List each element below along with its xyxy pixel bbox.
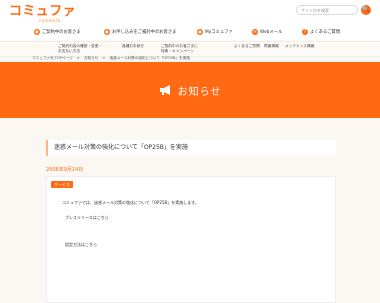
- megaphone-icon: [159, 85, 170, 95]
- subnav-item-campaign[interactable]: ご契約中のお客さまに 特典・キャンペーン: [161, 44, 198, 54]
- subnav-label: 各種お手続き: [122, 44, 145, 48]
- article-card: サービス コミュファでは、迷惑メール対策の強化について「OP25B」を実施します…: [46, 176, 336, 303]
- search-input[interactable]: サイト内を検索: [296, 5, 358, 15]
- person-icon: ●: [197, 28, 203, 35]
- subnav-item-outage[interactable]: 障害情報: [264, 44, 279, 49]
- breadcrumb-home[interactable]: コミュファ光 TOPページ: [32, 56, 73, 60]
- subnav-item-contract[interactable]: ご契約内容の確認・変更・ お支払い方法: [58, 44, 102, 54]
- person-icon: ●: [34, 28, 40, 35]
- setup-guide-link[interactable]: 設定方法はこちら: [65, 242, 97, 248]
- search-icon: 🔍: [362, 6, 370, 13]
- nav-label: お申し込みをご検討中のお客さま: [112, 30, 177, 35]
- hero-banner: お知らせ: [0, 62, 380, 118]
- breadcrumb-current: 迷惑メール対策の強化について「OP25B」を実施: [109, 56, 190, 60]
- nav-item-prospective-customers[interactable]: ● お申し込みをご検討中のお客さま: [104, 27, 176, 38]
- breadcrumb-separator: >: [76, 56, 80, 60]
- article-date: 2006年9月14日: [46, 167, 84, 173]
- subnav-label: よくあるご質問: [234, 44, 260, 48]
- nav-label: Webメール: [260, 30, 283, 35]
- subnav-item-procedures[interactable]: 各種お手続き: [122, 44, 144, 49]
- site-header: コミュファ commufa サイト内を検索 🔍 ● ご契約中のお客さま ● お申し込…: [0, 0, 380, 40]
- breadcrumb-separator: >: [102, 56, 106, 60]
- subnav-label: 障害情報: [264, 44, 279, 48]
- search-button[interactable]: 🔍: [361, 5, 371, 15]
- article-body: コミュファでは、迷惑メール対策の強化について「OP25B」を実施します。: [62, 200, 199, 205]
- category-tag: サービス: [51, 181, 73, 188]
- breadcrumb: コミュファ光 TOPページ > お知らせ > 迷惑メール対策の強化について「OP…: [32, 56, 193, 61]
- press-release-link[interactable]: プレスリリースはこちら: [65, 215, 109, 221]
- main-content: 迷惑メール対策の強化について「OP25B」を実施 2006年9月14日 サービス…: [0, 118, 380, 303]
- nav-item-webmail[interactable]: ✉ Webメール: [252, 27, 282, 38]
- secondary-nav: ご契約内容の確認・変更・ お支払い方法 各種お手続き ご契約中のお客さまに 特典…: [0, 41, 380, 57]
- subnav-label-2: お支払い方法: [58, 49, 81, 53]
- question-icon: ?: [302, 28, 308, 35]
- article-title: 迷惑メール対策の強化について「OP25B」を実施: [46, 140, 336, 156]
- nav-item-current-customers[interactable]: ● ご契約中のお客さま: [34, 27, 81, 38]
- logo-text: コミュファ: [9, 4, 77, 19]
- nav-label: Myコミュファ: [205, 30, 233, 35]
- logo[interactable]: コミュファ commufa: [9, 5, 76, 23]
- subnav-label: メンテナンス情報: [285, 44, 315, 48]
- nav-item-my-commufa[interactable]: ● Myコミュファ: [197, 27, 233, 38]
- subnav-item-faq[interactable]: よくあるご質問: [234, 44, 260, 49]
- nav-item-faq[interactable]: ? よくあるご質問: [302, 27, 340, 38]
- person-icon: ●: [104, 28, 110, 35]
- subnav-item-maintenance[interactable]: メンテナンス情報: [285, 44, 314, 49]
- primary-nav: ● ご契約中のお客さま ● お申し込みをご検討中のお客さま ● Myコミュファ ✉ We…: [0, 25, 380, 40]
- nav-label: よくあるご質問: [310, 30, 341, 35]
- page-title: お知らせ: [177, 86, 222, 98]
- nav-label: ご契約中のお客さま: [42, 30, 81, 35]
- mail-icon: ✉: [252, 28, 258, 35]
- subnav-label-2: 特典・キャンペーン: [161, 49, 195, 53]
- breadcrumb-news[interactable]: お知らせ: [84, 56, 98, 60]
